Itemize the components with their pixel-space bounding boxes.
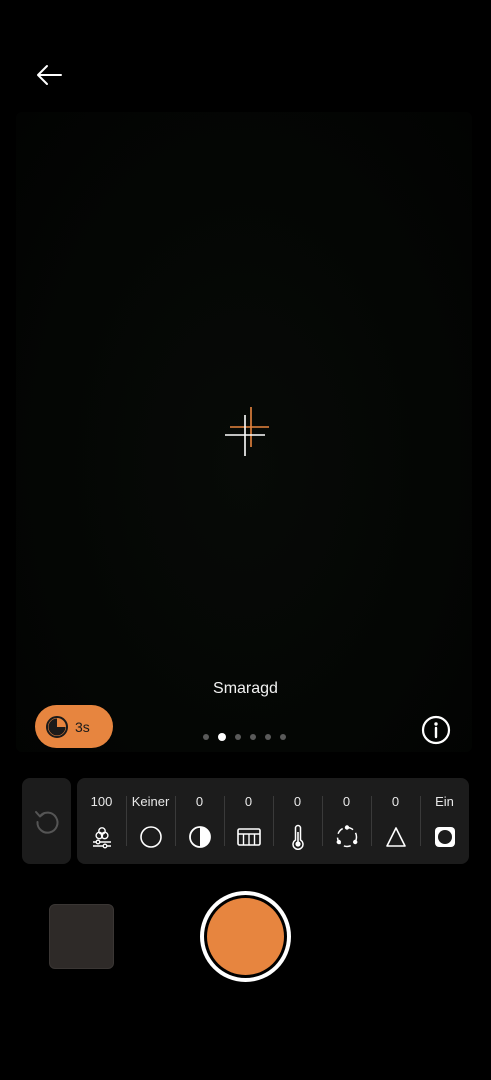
gallery-thumbnail[interactable] — [49, 904, 114, 969]
adjust-saturation[interactable]: 0 — [322, 778, 371, 864]
reset-icon — [34, 811, 58, 834]
adjust-temperature[interactable]: 0 — [273, 778, 322, 864]
timer-icon — [46, 715, 68, 738]
back-button[interactable] — [30, 58, 68, 92]
adjust-value: 100 — [90, 794, 113, 809]
page-dot-active[interactable] — [218, 733, 226, 741]
thermometer-icon — [285, 824, 311, 850]
page-dot[interactable] — [203, 734, 209, 740]
adjust-value: 0 — [342, 794, 351, 809]
filter-intensity-icon — [89, 824, 115, 850]
adjustment-panel: 100 Keiner 0 0 0 0 0 Ein — [77, 778, 469, 864]
adjust-value: 0 — [293, 794, 302, 809]
filter-page-indicator — [203, 733, 286, 741]
filter-name: Smaragd — [213, 680, 278, 697]
reset-button[interactable] — [22, 778, 71, 864]
adjust-value: Ein — [435, 794, 454, 809]
timer-button[interactable]: 3s — [35, 705, 113, 748]
circle-icon — [138, 824, 164, 850]
camera-screen: Smaragd 3s 100 Keiner 0 0 0 0 0 Ein — [0, 0, 491, 1080]
info-icon[interactable] — [420, 714, 452, 746]
adjust-value: 0 — [244, 794, 253, 809]
adjust-sharpness[interactable]: 0 — [371, 778, 420, 864]
adjust-intensity[interactable]: 100 — [77, 778, 126, 864]
arrow-left-icon — [37, 65, 62, 85]
adjust-value: Keiner — [131, 794, 170, 809]
adjust-value: 0 — [195, 794, 204, 809]
crosshair-icon — [225, 407, 269, 456]
page-dot[interactable] — [250, 734, 256, 740]
grid-icon — [236, 824, 262, 850]
saturation-icon — [334, 824, 360, 850]
frame-icon — [432, 824, 458, 850]
page-dot[interactable] — [280, 734, 286, 740]
page-dot[interactable] — [235, 734, 241, 740]
shutter-ring — [204, 895, 287, 978]
page-dot[interactable] — [265, 734, 271, 740]
adjust-value: 0 — [391, 794, 400, 809]
adjust-contrast[interactable]: 0 — [175, 778, 224, 864]
contrast-icon — [187, 824, 213, 850]
adjust-frame[interactable]: Ein — [420, 778, 469, 864]
adjust-grain[interactable]: 0 — [224, 778, 273, 864]
timer-label: 3s — [75, 718, 90, 735]
shutter-core — [207, 898, 284, 975]
shutter-button[interactable] — [200, 891, 291, 982]
adjust-vignette[interactable]: Keiner — [126, 778, 175, 864]
triangle-icon — [383, 824, 409, 850]
